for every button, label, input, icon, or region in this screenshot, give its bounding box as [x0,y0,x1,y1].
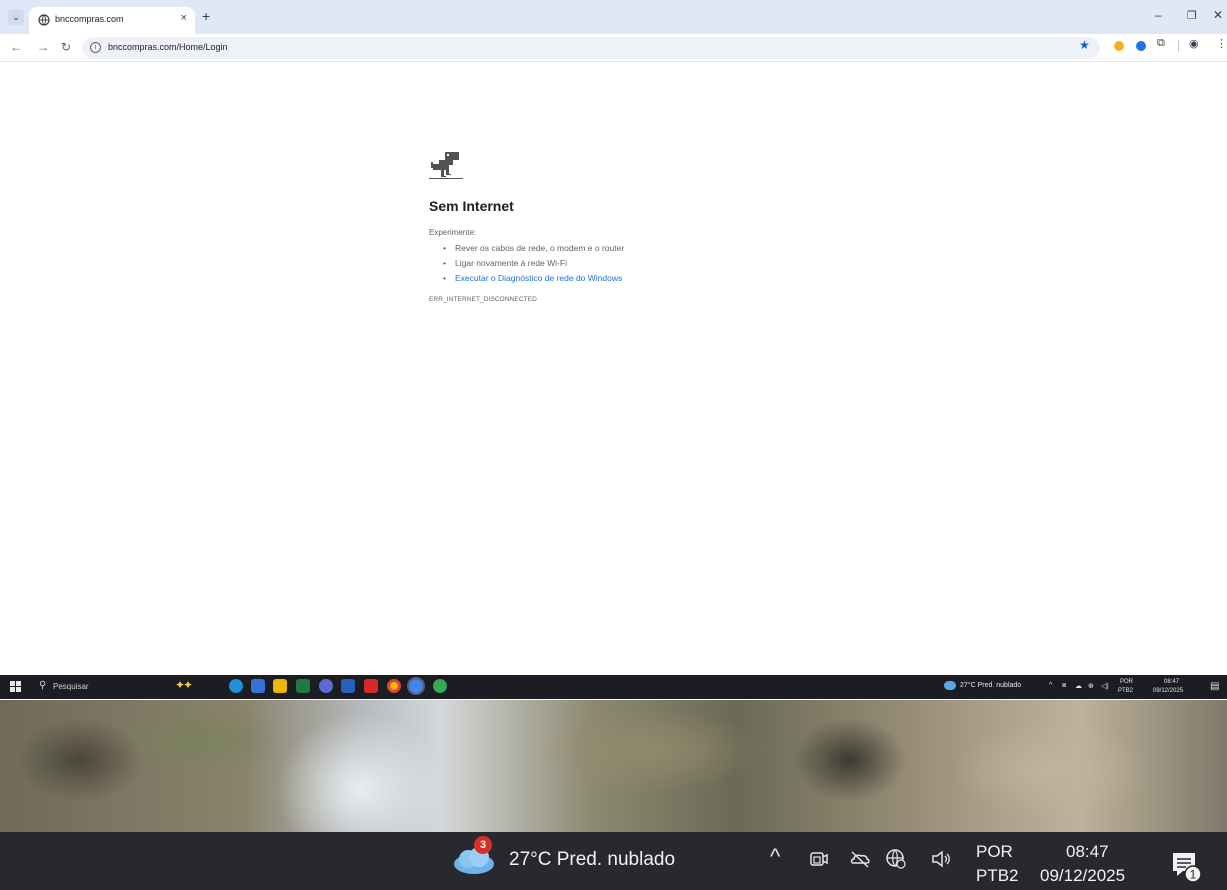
error-suggestions: Rever os cabos de rede, o modem e o rout… [443,241,624,286]
minimize-button[interactable]: – [1155,8,1162,22]
network-globe-icon[interactable] [885,848,907,870]
notification-count: 1 [1190,868,1197,882]
menu-kebab-icon[interactable]: ⋮ [1216,37,1227,50]
address-bar[interactable]: i bnccompras.com/Home/Login [82,37,1100,59]
browser-tab[interactable]: bnccompras.com × [29,7,195,34]
acrobat-icon[interactable] [364,679,378,693]
edge-browser-icon[interactable] [229,679,243,693]
word-icon[interactable] [341,679,355,693]
windows-start-icon[interactable] [10,681,22,693]
taskbar-search-input[interactable]: Pesquisar [53,682,89,691]
screen: ⌄ bnccompras.com × + – ❐ ✕ ← → ↻ i bncco… [0,0,1227,890]
clock-time[interactable]: 08:47 [1066,842,1109,862]
language-code[interactable]: POR [1120,679,1133,685]
dinosaur-icon[interactable] [429,150,463,180]
forward-arrow-icon[interactable]: → [37,40,49,54]
bookmark-star-icon[interactable]: ★ [1079,38,1090,52]
notifications-icon[interactable]: 1 [1170,850,1204,884]
extensions-puzzle-icon[interactable]: ⧉ [1157,37,1165,50]
chrome-icon[interactable] [387,679,401,693]
taskbar-weather-text[interactable]: 27°C Pred. nublado [960,682,1021,689]
keyboard-layout[interactable]: PTB2 [1118,688,1133,694]
taskbar-small: ⚲ Pesquisar ✦✦ 27°C Pred. nublado ^ ⧈ ☁ … [0,675,1227,699]
profile-avatar-icon[interactable]: ◉ [1189,37,1199,50]
clock-date[interactable]: 09/12/2025 [1040,866,1125,886]
tray-chevron-icon[interactable]: ^ [770,844,780,870]
tab-title: bnccompras.com [55,14,124,24]
notifications-icon[interactable]: ▤ [1210,681,1219,692]
extension-blue-icon[interactable] [1136,41,1146,51]
excel-icon[interactable] [296,679,310,693]
suggestion-item: Ligar novamente à rede Wi-Fi [443,256,624,271]
tab-strip: ⌄ bnccompras.com × + – ❐ ✕ [0,0,1227,34]
globe-icon [38,14,50,26]
url-text: bnccompras.com/Home/Login [108,42,228,52]
weather-alert-badge: 3 [474,836,492,854]
toolbar-separator [1178,40,1179,52]
clock-time[interactable]: 08:47 [1164,679,1179,685]
meet-now-icon[interactable] [808,848,830,870]
tab-close-icon[interactable]: × [181,12,187,24]
volume-icon[interactable] [930,848,952,870]
new-tab-button[interactable]: + [202,8,210,24]
weather-cloud-icon[interactable] [944,681,956,690]
file-explorer-icon[interactable] [273,679,287,693]
weather-text[interactable]: 27°C Pred. nublado [509,849,675,871]
error-try-label: Experimente: [429,228,477,237]
chrome-profile-icon[interactable] [407,677,425,695]
keyboard-layout[interactable]: PTB2 [976,866,1019,886]
reload-icon[interactable]: ↻ [61,40,71,54]
onedrive-offline-icon[interactable]: ☁ [1075,682,1082,690]
network-diagnostics-link[interactable]: Executar o Diagnóstico de rede do Window… [443,271,624,286]
extension-yellow-icon[interactable] [1114,41,1124,51]
store-icon[interactable] [251,679,265,693]
network-globe-icon[interactable]: ⊕ [1088,682,1094,690]
copilot-sparkle-icon[interactable]: ✦✦ [175,678,193,692]
copilot-app-icon[interactable] [319,679,333,693]
desktop-wallpaper [0,700,1227,832]
search-icon[interactable]: ⚲ [39,680,46,691]
maximize-button[interactable]: ❐ [1187,9,1197,22]
clock-date[interactable]: 09/12/2025 [1153,688,1183,694]
suggestion-item: Rever os cabos de rede, o modem e o rout… [443,241,624,256]
close-window-button[interactable]: ✕ [1213,8,1223,22]
language-code[interactable]: POR [976,842,1013,862]
taskbar-zoomed: 3 27°C Pred. nublado ^ POR PTB2 08:47 09… [0,832,1227,890]
browser-toolbar: ← → ↻ i bnccompras.com/Home/Login [0,34,1227,62]
error-title: Sem Internet [429,198,514,214]
onedrive-offline-icon[interactable] [849,848,871,870]
back-arrow-icon[interactable]: ← [10,40,22,54]
meet-now-icon[interactable]: ⧈ [1062,682,1066,690]
error-code: ERR_INTERNET_DISCONNECTED [429,296,537,303]
tab-search-chevron-icon[interactable]: ⌄ [8,9,24,25]
site-info-icon[interactable]: i [90,42,101,53]
volume-icon[interactable]: ◁) [1101,682,1109,690]
chrome-profile-2-icon[interactable] [433,679,447,693]
tray-chevron-icon[interactable]: ^ [1049,682,1052,689]
